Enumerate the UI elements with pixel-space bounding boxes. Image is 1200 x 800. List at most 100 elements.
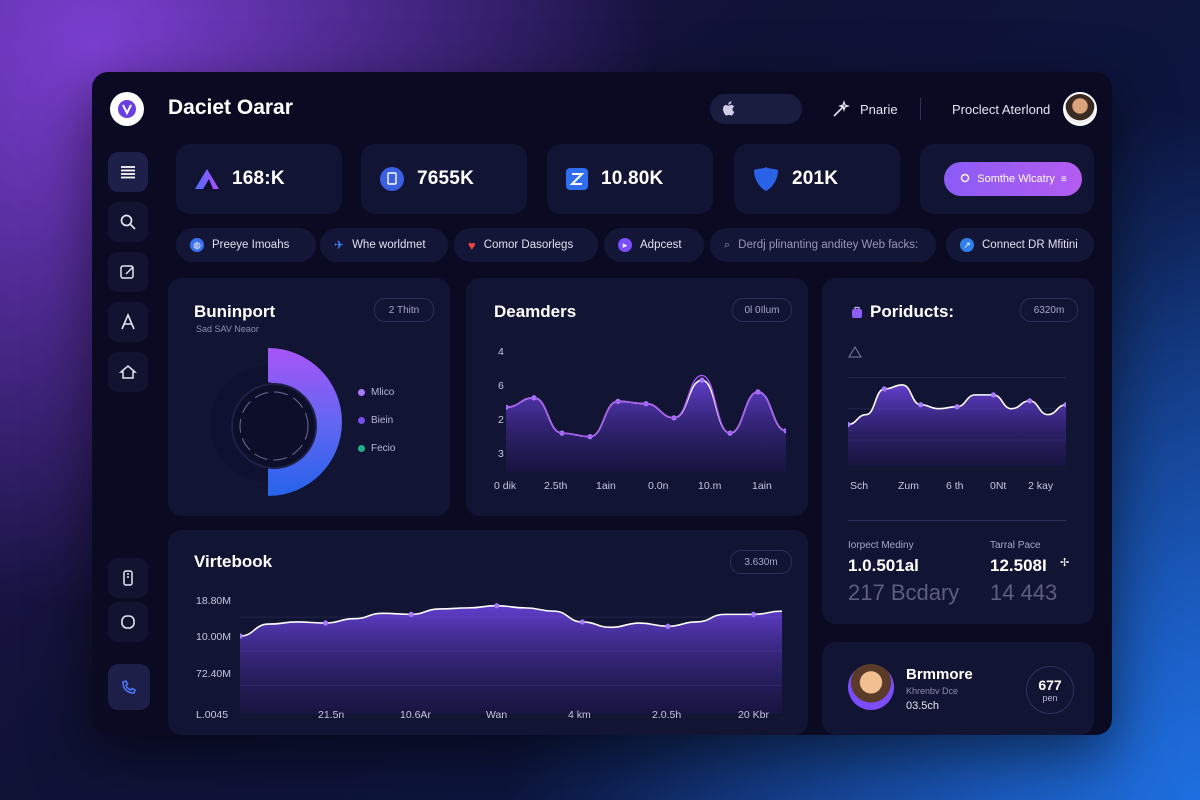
stat-card-2[interactable]: 7655K	[361, 144, 527, 214]
badge-bottom: pen	[1042, 693, 1058, 703]
x-tick: 0.0n	[648, 480, 669, 492]
chip-whe-worldmet[interactable]: ✈ Whe worldmet	[320, 228, 448, 262]
chip-preeye[interactable]: ◍ Preeye Imoahs	[176, 228, 316, 262]
data-point	[918, 402, 924, 408]
chip-search[interactable]: ⌕ Derdj plinanting anditey Web facks:	[710, 228, 936, 262]
search-icon: ⌕	[724, 238, 731, 251]
area-chart	[506, 374, 786, 472]
y-tick: 2	[498, 414, 504, 426]
metric-big: 217 Bcdary	[848, 580, 960, 605]
chip-comor[interactable]: ♥ Comor Dasorlegs	[454, 228, 598, 262]
link-icon: ↗	[960, 238, 974, 252]
heart-icon: ♥	[468, 237, 476, 253]
stat-value: 168:K	[232, 168, 285, 189]
y-tick: 18.80M	[196, 595, 232, 607]
metric-label: Iorpect Mediny	[848, 540, 914, 551]
sidebar-item-edit[interactable]	[108, 252, 148, 292]
legend-swatch	[358, 445, 365, 452]
chip-label: Adpcest	[640, 239, 682, 251]
triangle-icon	[195, 169, 219, 189]
legend-label: Mlico	[371, 387, 395, 398]
sidebar-item-circle[interactable]	[108, 602, 148, 642]
card-subtitle: Sad SAV Neaor	[196, 324, 259, 334]
stat-value: 201K	[792, 168, 839, 189]
x-tick: Zum	[898, 480, 919, 492]
sidebar-item-home[interactable]	[108, 352, 148, 392]
area-chart	[848, 377, 1066, 466]
sidebar-item-search[interactable]	[108, 202, 148, 242]
data-point	[579, 619, 585, 625]
letter-a-icon	[121, 312, 135, 330]
x-tick: 1ain	[596, 480, 616, 492]
legend-item: Biein	[358, 415, 393, 426]
legend-label: Biein	[371, 415, 394, 426]
profile-sub: Khrenbv Dce	[906, 686, 959, 696]
cta-button[interactable]: Somthe Wlcatry ≡	[944, 162, 1082, 196]
sparkle-icon: ✢	[1060, 557, 1070, 569]
profile-badge[interactable]: 677 pen	[1026, 666, 1074, 714]
chip-adpcest[interactable]: ▸ Adpcest	[604, 228, 704, 262]
x-tick: 10.6Ar	[400, 709, 431, 721]
search-pill[interactable]	[710, 94, 802, 124]
home-icon	[118, 365, 138, 379]
chip-label: Derdj plinanting anditey Web facks:	[738, 239, 919, 251]
data-point	[322, 620, 329, 626]
sidebar-item-letter-a[interactable]	[108, 302, 148, 342]
badge-top: 677	[1038, 677, 1062, 693]
metric-value: 1.0.501al	[848, 556, 919, 575]
shield-icon	[754, 167, 778, 191]
legend-item: Mlico	[358, 387, 394, 398]
legend-label: Fecio	[371, 443, 396, 454]
app-logo[interactable]	[110, 92, 144, 126]
x-tick: 4 km	[568, 709, 591, 721]
sidebar-item-phone[interactable]	[108, 558, 148, 598]
x-tick: 1ain	[752, 480, 772, 492]
products-card: Poriducts: 6320m Sch Zum 6 th 0Nt 2 kay …	[822, 278, 1094, 624]
sidebar-item-call[interactable]	[108, 664, 150, 710]
cta-card: Somthe Wlcatry ≡	[920, 144, 1094, 214]
phone-icon	[123, 570, 133, 586]
y-tick: 6	[498, 380, 504, 392]
stat-value: 10.80K	[601, 168, 664, 189]
project-name[interactable]: Proclect Aterlond	[952, 102, 1050, 117]
range-pill[interactable]: 2 Thitn	[374, 298, 434, 322]
header-divider	[920, 98, 921, 120]
y-tick: 4	[498, 346, 504, 358]
y-tick: 72.40M	[196, 668, 232, 680]
products-header: Poriducts:	[850, 302, 954, 322]
divider	[848, 520, 1066, 521]
play-icon: ▸	[618, 238, 632, 252]
range-pill[interactable]: 6320m	[1020, 298, 1078, 322]
y-tick: L.0045	[196, 709, 229, 721]
card-title: Poriducts:	[870, 302, 955, 321]
stat-card-3[interactable]: 10.80K	[547, 144, 713, 214]
deamders-card: Deamders 0l 0Ilum 4 6 2 3 0 dik 2.5th 1a…	[466, 278, 808, 516]
legend-item: Fecio	[358, 443, 395, 454]
data-point	[494, 603, 500, 609]
series-area	[506, 380, 786, 472]
sidebar-item-menu[interactable]	[108, 152, 148, 192]
y-tick: 10.00M	[196, 631, 232, 643]
call-icon	[122, 680, 136, 694]
profile-card[interactable]: Brmmore Khrenbv Dce 03.5ch 677 pen	[822, 642, 1094, 735]
nav-item-label: Pnarie	[860, 101, 898, 117]
range-pill[interactable]: 0l 0Ilum	[732, 298, 792, 322]
x-tick: 10.m	[698, 480, 722, 492]
chip-connect[interactable]: ↗ Connect DR Mfitini	[946, 228, 1094, 262]
series-area	[848, 384, 1066, 466]
menu-icon	[121, 166, 135, 179]
pin-icon	[961, 173, 970, 183]
stat-card-4[interactable]: 201K	[734, 144, 900, 214]
data-point	[699, 377, 705, 383]
legend-swatch	[358, 389, 365, 396]
data-point	[881, 386, 887, 392]
avatar[interactable]	[1063, 92, 1097, 126]
profile-avatar[interactable]	[848, 664, 894, 710]
search-icon	[120, 214, 136, 230]
stat-card-1[interactable]: 168:K	[176, 144, 342, 214]
nav-item-pnarie[interactable]: Pnarie	[832, 100, 898, 118]
doc-icon	[380, 167, 404, 191]
donut-card: Buninport Sad SAV Neaor 2 Thitn Mlico Bi…	[168, 278, 450, 516]
range-pill[interactable]: 3.630m	[730, 550, 792, 574]
card-title: Deamders	[494, 302, 577, 321]
